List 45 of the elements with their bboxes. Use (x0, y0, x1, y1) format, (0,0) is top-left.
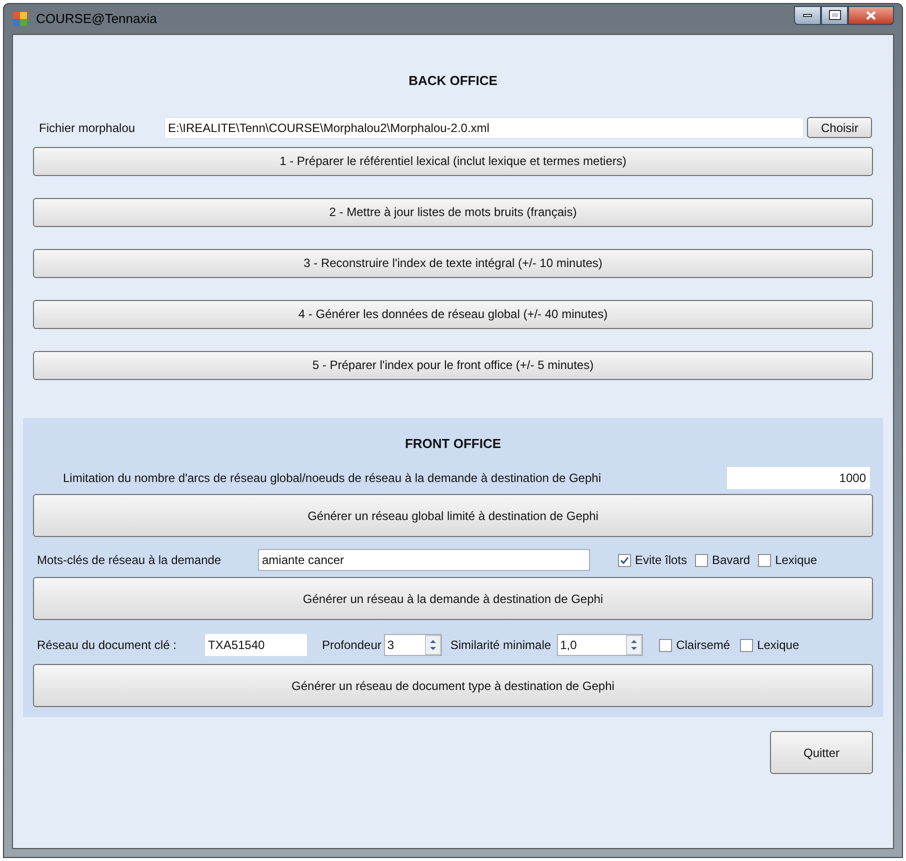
checkbox-label: Bavard (712, 552, 750, 569)
spinner-arrows-icon[interactable] (626, 635, 642, 655)
spinner-value: 3 (386, 637, 396, 654)
number-spinner[interactable]: 3 (384, 634, 442, 656)
checkbox[interactable] (659, 638, 672, 652)
quit-button[interactable]: Quitter (770, 731, 873, 774)
generate-button[interactable]: Générer un réseau de document type à destination de Gephi (33, 664, 873, 707)
document-field[interactable]: TXA51540 (205, 634, 307, 656)
checkbox[interactable] (740, 638, 754, 652)
step-button[interactable]: 4 - Générer les données de réseau global (+/- 40 minutes) (33, 300, 873, 328)
step-button[interactable]: 3 - Reconstruire l'index de texte intégral (+/- 10 minutes) (33, 248, 873, 278)
step-button[interactable]: 2 - Mettre à jour listes de mots bruits (français) (33, 198, 873, 226)
generate-button[interactable]: Générer un réseau global limité à destination de Gephi (33, 494, 873, 537)
maximize-button[interactable] (821, 6, 848, 24)
field-label: Mots-clés de réseau à la demande (37, 552, 222, 569)
checkbox-label: Lexique (757, 637, 800, 654)
keywords-field[interactable]: amiante cancer (258, 549, 590, 571)
close-button[interactable] (848, 6, 894, 24)
step-button[interactable]: 5 - Préparer l'index pour le front office (+/- 5 minutes) (33, 350, 873, 380)
field-label: Fichier morphalou (39, 120, 136, 136)
checkbox-label: Clairsemé (676, 637, 730, 654)
checkbox[interactable] (758, 554, 772, 566)
window-title: COURSE@Tennaxia (36, 10, 157, 28)
minimize-button[interactable] (794, 6, 821, 24)
check-icon (620, 556, 629, 564)
checkbox-label: Evite îlots (635, 552, 688, 569)
section-title: FRONT OFFICE (404, 434, 502, 452)
field-label: Profondeur (322, 637, 382, 654)
spinner-value: 1,0 (559, 637, 578, 654)
section-title: BACK OFFICE (408, 72, 498, 90)
checkbox[interactable] (618, 554, 631, 566)
checkbox[interactable] (695, 554, 708, 566)
close-icon (866, 10, 876, 20)
field-label: Similarité minimale (450, 637, 552, 654)
field-label: Limitation du nombre d'arcs de réseau global/noeuds de réseau à la demande à destination de Gephi (63, 470, 602, 487)
limit-field[interactable]: 1000 (727, 467, 870, 489)
file-path-field[interactable]: E:\IREALITE\Tenn\COURSE\Morphalou2\Morphalou-2.0.xml (164, 116, 804, 138)
app-icon (12, 11, 28, 27)
field-label: Réseau du document clé : (37, 637, 178, 654)
checkbox-label: Lexique (775, 552, 818, 569)
number-spinner[interactable]: 1,0 (557, 634, 644, 656)
step-button[interactable]: 1 - Préparer le référentiel lexical (inclut lexique et termes metiers) (33, 146, 873, 176)
spinner-arrows-icon[interactable] (425, 635, 442, 655)
generate-button[interactable]: Générer un réseau à la demande à destination de Gephi (33, 577, 873, 620)
choose-button[interactable]: Choisir (807, 117, 872, 138)
